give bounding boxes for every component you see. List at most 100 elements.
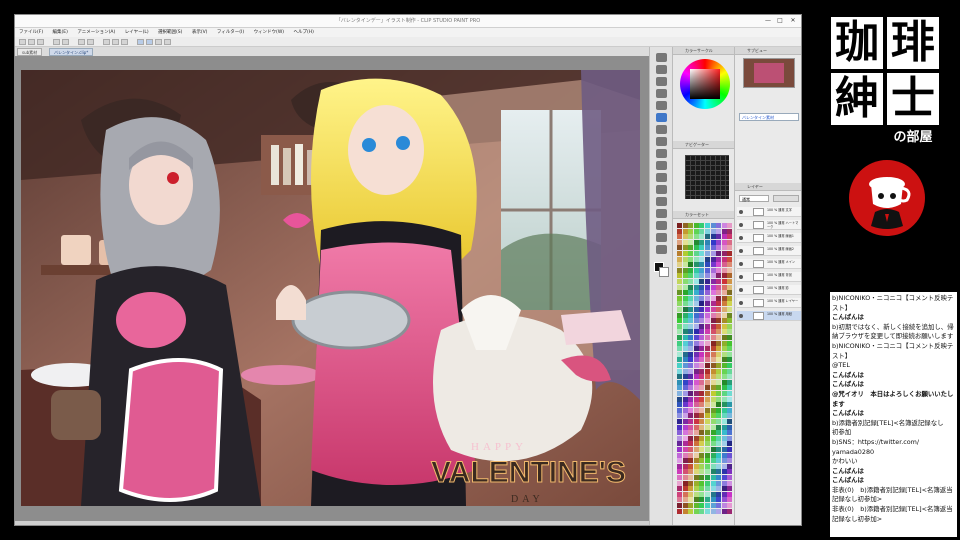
color-swatch[interactable] — [699, 413, 705, 419]
color-swatch[interactable] — [682, 228, 688, 234]
color-swatch[interactable] — [688, 435, 694, 441]
color-swatch[interactable] — [705, 486, 710, 492]
eye-icon[interactable] — [739, 301, 743, 305]
new-file-icon[interactable] — [19, 39, 26, 45]
color-swatch[interactable] — [699, 223, 705, 228]
opacity-slider[interactable] — [773, 195, 799, 202]
color-swatch[interactable] — [710, 396, 716, 402]
sub-view-thumbnail[interactable] — [743, 58, 795, 88]
color-swatch[interactable] — [727, 368, 733, 374]
color-swatch[interactable] — [710, 391, 716, 396]
color-swatch[interactable] — [677, 374, 682, 380]
layer-row[interactable]: 100 % 通常 ハートマーク — [737, 220, 801, 230]
color-swatch[interactable] — [721, 430, 727, 436]
color-swatch[interactable] — [699, 295, 705, 301]
gradient-icon[interactable] — [656, 197, 667, 206]
color-swatch[interactable] — [688, 486, 694, 492]
color-swatch[interactable] — [682, 435, 688, 441]
pen-pressure-icon[interactable] — [137, 39, 144, 45]
color-swatch[interactable] — [721, 458, 727, 464]
color-swatch[interactable] — [677, 458, 682, 464]
color-swatch[interactable] — [677, 452, 682, 458]
color-swatch[interactable] — [721, 357, 727, 363]
layer-row[interactable]: 100 % 通常 線画1 — [737, 233, 801, 243]
color-swatch[interactable] — [677, 424, 682, 430]
color-swatch[interactable] — [682, 267, 688, 273]
sub-color-swatch[interactable] — [659, 267, 669, 277]
color-swatch[interactable] — [677, 301, 682, 307]
color-swatch[interactable] — [682, 234, 688, 240]
color-swatch[interactable] — [721, 385, 727, 391]
color-swatch[interactable] — [677, 262, 682, 268]
balloon-icon[interactable] — [656, 233, 667, 242]
color-swatch[interactable] — [710, 318, 716, 324]
color-swatch[interactable] — [677, 251, 682, 256]
color-swatch[interactable] — [710, 441, 716, 447]
color-swatch[interactable] — [688, 407, 694, 413]
color-swatch[interactable] — [721, 486, 727, 492]
color-swatch[interactable] — [710, 368, 716, 374]
color-swatch[interactable] — [716, 312, 722, 318]
color-swatch[interactable] — [693, 301, 699, 307]
color-swatch[interactable] — [727, 452, 733, 458]
color-swatch[interactable] — [727, 475, 733, 480]
color-swatch[interactable] — [677, 256, 682, 262]
color-swatch[interactable] — [682, 486, 688, 492]
color-swatch[interactable] — [688, 396, 694, 402]
color-swatch[interactable] — [716, 385, 722, 391]
eye-icon[interactable] — [739, 314, 743, 318]
color-swatch[interactable] — [716, 430, 722, 436]
color-swatch[interactable] — [677, 447, 682, 452]
color-swatch[interactable] — [727, 435, 733, 441]
color-swatch[interactable] — [682, 262, 688, 268]
color-swatch[interactable] — [727, 357, 733, 363]
color-swatch[interactable] — [705, 441, 710, 447]
artwork-canvas[interactable]: HAPPY VALENTINE'S DAY — [21, 70, 640, 506]
color-swatch[interactable] — [727, 379, 733, 385]
color-swatch[interactable] — [710, 351, 716, 357]
color-swatch[interactable] — [710, 284, 716, 290]
color-swatch[interactable] — [705, 458, 710, 464]
color-swatch[interactable] — [677, 335, 682, 340]
color-swatch[interactable] — [677, 340, 682, 346]
color-swatch[interactable] — [693, 228, 699, 234]
color-swatch[interactable] — [682, 323, 688, 329]
color-swatch[interactable] — [721, 475, 727, 480]
color-swatch[interactable] — [710, 335, 716, 340]
color-swatch[interactable] — [721, 508, 727, 514]
color-swatch[interactable] — [699, 279, 705, 284]
close-button[interactable]: ✕ — [788, 17, 798, 25]
color-swatch[interactable] — [688, 223, 694, 228]
color-swatch[interactable] — [727, 430, 733, 436]
text-icon[interactable] — [656, 221, 667, 230]
color-swatch[interactable] — [716, 273, 722, 279]
color-swatch[interactable] — [727, 318, 733, 324]
color-swatch[interactable] — [710, 424, 716, 430]
color-swatch[interactable] — [727, 413, 733, 419]
color-swatch[interactable] — [699, 318, 705, 324]
color-swatch[interactable] — [677, 441, 682, 447]
color-swatch[interactable] — [682, 295, 688, 301]
color-swatch[interactable] — [705, 340, 710, 346]
brush-icon[interactable] — [656, 137, 667, 146]
menu-selection[interactable]: 選択範囲(S) — [158, 30, 182, 35]
color-swatch[interactable] — [721, 256, 727, 262]
color-swatch[interactable] — [727, 385, 733, 391]
color-swatch[interactable] — [705, 363, 710, 368]
color-swatch[interactable] — [705, 503, 710, 508]
menu-animation[interactable]: アニメーション(A) — [77, 30, 115, 35]
color-swatch[interactable] — [682, 245, 688, 251]
color-swatch[interactable] — [688, 497, 694, 503]
color-swatch[interactable] — [727, 396, 733, 402]
color-wheel[interactable] — [680, 59, 730, 109]
color-swatch[interactable] — [721, 301, 727, 307]
color-swatch[interactable] — [710, 374, 716, 380]
color-swatch[interactable] — [677, 419, 682, 424]
color-swatch[interactable] — [682, 407, 688, 413]
color-swatch[interactable] — [688, 368, 694, 374]
color-swatch[interactable] — [682, 256, 688, 262]
color-swatch[interactable] — [693, 363, 699, 368]
color-swatch[interactable] — [710, 486, 716, 492]
color-swatch[interactable] — [688, 491, 694, 497]
color-swatch[interactable] — [705, 312, 710, 318]
